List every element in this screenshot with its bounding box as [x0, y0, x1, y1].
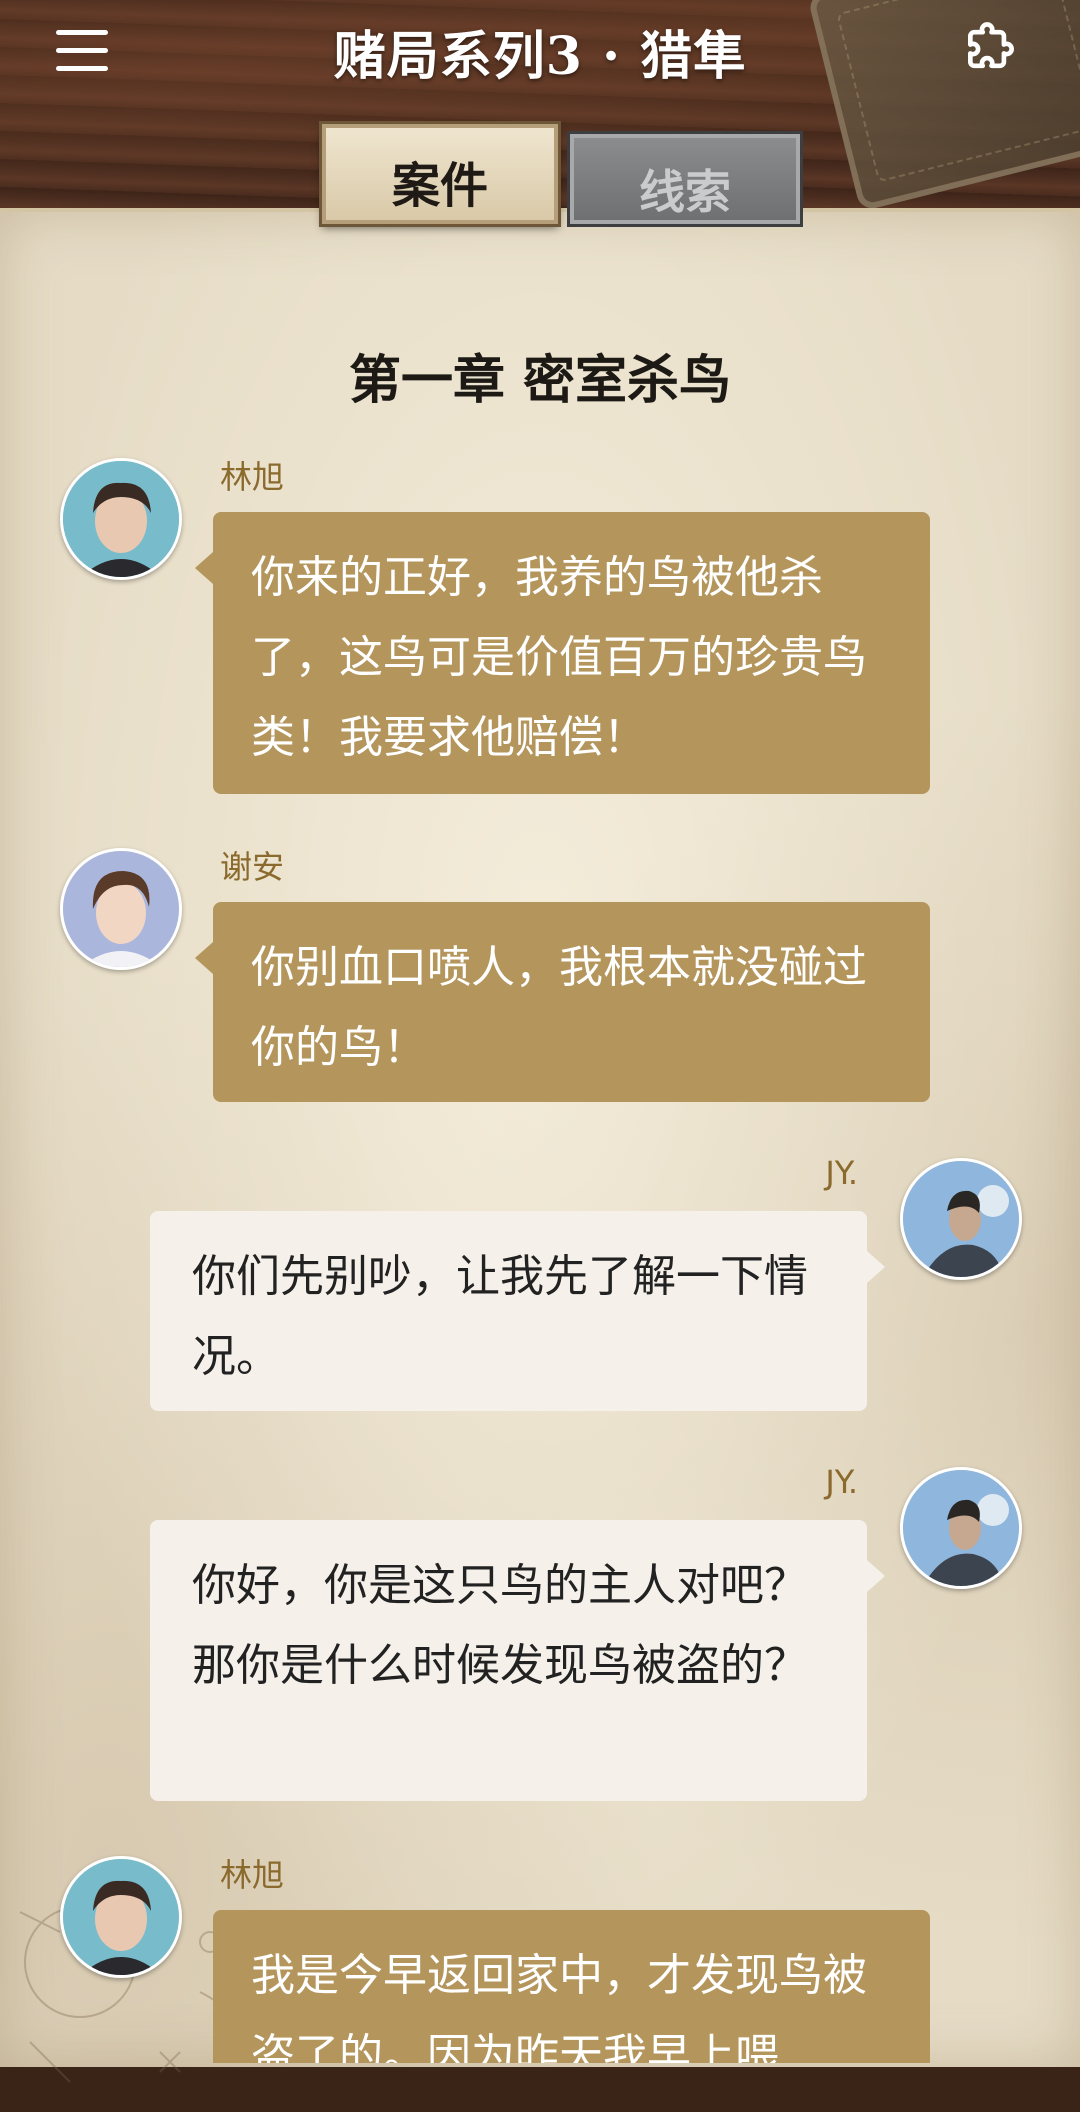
message-bubble: 你别血口喷人，我根本就没碰过你的鸟！: [195, 902, 930, 1102]
sender-name: JY.: [825, 1463, 858, 1501]
tab-clue-label: 线索: [639, 165, 731, 219]
tab-case-label: 案件: [391, 158, 488, 214]
sender-name: 谢安: [220, 848, 285, 886]
message-bubble: 你好，你是这只鸟的主人对吧？那你是什么时候发现鸟被盗的？: [150, 1520, 885, 1801]
sender-name: JY.: [825, 1154, 858, 1192]
message-bubble: 你来的正好，我养的鸟被他杀了，这鸟可是价值百万的珍贵鸟类！我要求他赔偿！: [195, 512, 930, 794]
sender-name: 林旭: [220, 1856, 285, 1894]
chapter-title: 第一章 密室杀鸟: [348, 351, 732, 411]
sender-name: 林旭: [220, 458, 285, 496]
avatar-linxu[interactable]: [60, 458, 182, 580]
message-bubble: 我是今早返回家中，才发现鸟被盗了的。因为昨天我早上喂: [213, 1910, 930, 2063]
message-bubble: 你们先别吵，让我先了解一下情况。: [150, 1211, 885, 1411]
page-title: 赌局系列3 · 猎隼: [333, 26, 747, 87]
puzzle-icon[interactable]: [960, 18, 1022, 80]
avatar-xiean[interactable]: [60, 848, 182, 970]
avatar-linxu[interactable]: [60, 1856, 182, 1978]
avatar-player[interactable]: [900, 1467, 1022, 1589]
avatar-player[interactable]: [900, 1158, 1022, 1280]
tab-case[interactable]: 案件: [322, 124, 558, 224]
tab-clue[interactable]: 线索: [570, 134, 800, 224]
